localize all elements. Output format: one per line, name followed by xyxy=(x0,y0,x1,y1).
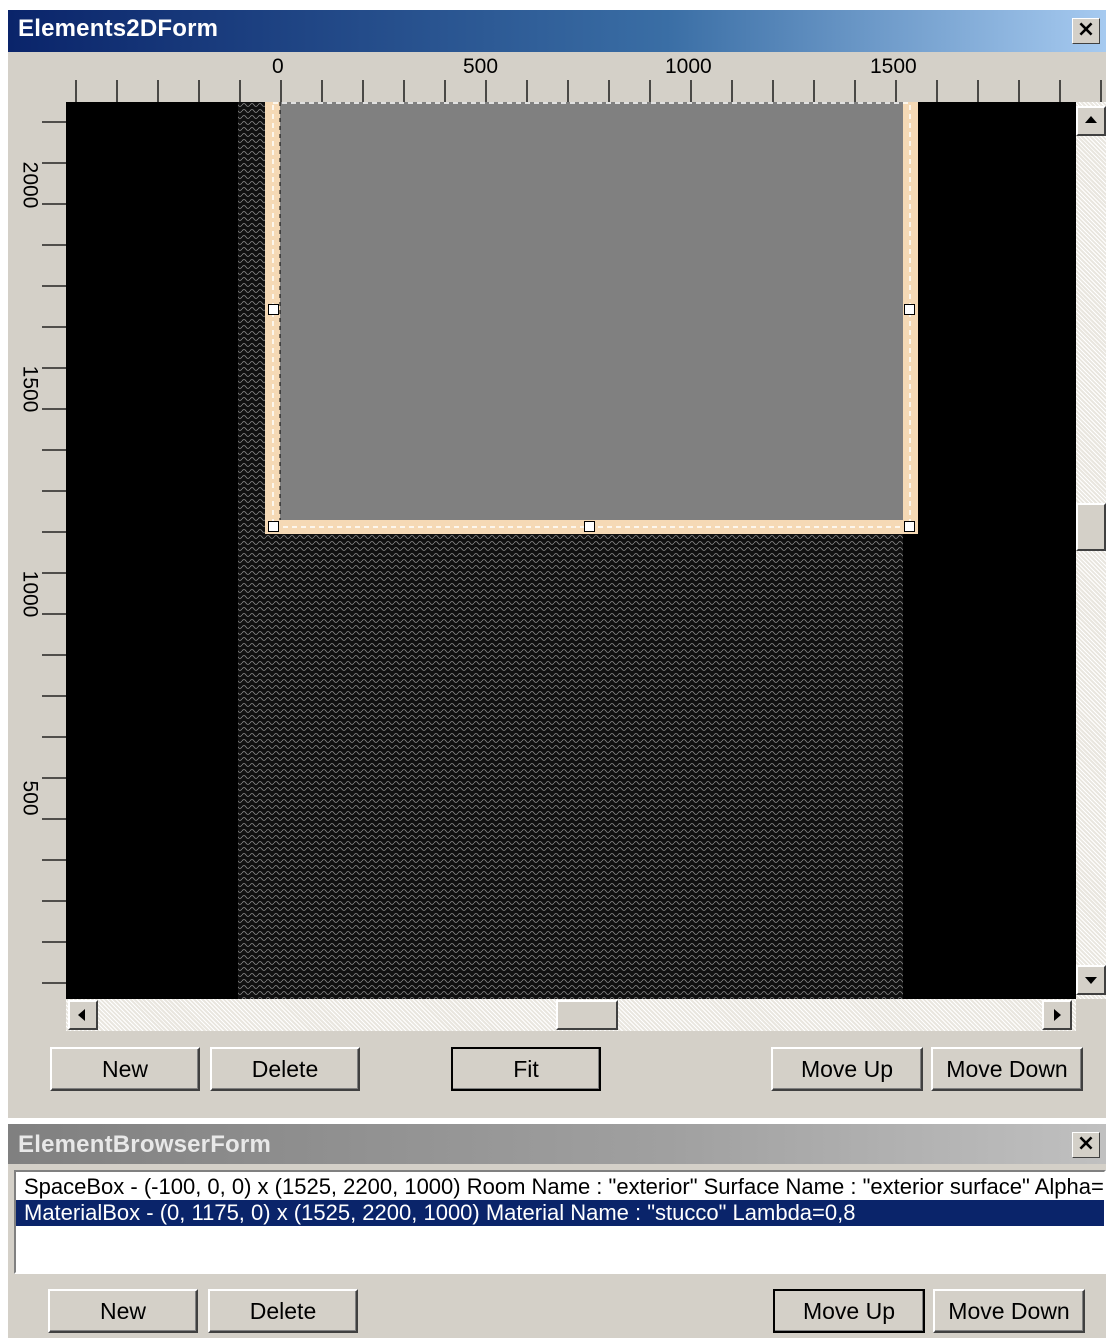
delete-button[interactable]: Delete xyxy=(210,1047,360,1091)
resize-handle-bottom-left[interactable] xyxy=(268,521,279,532)
list-item[interactable]: SpaceBox - (-100, 0, 0) x (1525, 2200, 1… xyxy=(16,1174,1104,1200)
element-list[interactable]: SpaceBox - (-100, 0, 0) x (1525, 2200, 1… xyxy=(14,1170,1106,1274)
resize-handle-bottom-right[interactable] xyxy=(904,521,915,532)
new-button[interactable]: New xyxy=(50,1047,200,1091)
up-arrow-icon xyxy=(1085,116,1097,123)
vertical-ruler: 2000 1500 1000 500 xyxy=(8,102,66,999)
fit-button[interactable]: Fit xyxy=(451,1047,601,1091)
resize-handle-left[interactable] xyxy=(268,304,279,315)
close-icon[interactable]: × xyxy=(1072,18,1100,44)
browser-move-up-button[interactable]: Move Up xyxy=(773,1289,925,1333)
ruler-y-label-2000: 2000 xyxy=(18,161,42,209)
ruler-x-label-500: 500 xyxy=(463,55,499,78)
list-item[interactable]: MaterialBox - (0, 1175, 0) x (1525, 2200… xyxy=(16,1200,1104,1226)
close-icon[interactable]: × xyxy=(1072,1132,1100,1158)
ruler-y-label-500: 500 xyxy=(18,780,42,816)
browser-new-button[interactable]: New xyxy=(48,1289,198,1333)
horizontal-ruler: 0 500 1000 1500 xyxy=(8,52,1106,102)
browser-move-down-button[interactable]: Move Down xyxy=(933,1289,1085,1333)
ruler-x-label-1000: 1000 xyxy=(665,55,712,78)
down-arrow-icon xyxy=(1085,977,1097,984)
element-browser-titlebar[interactable]: ElementBrowserForm xyxy=(8,1124,1106,1164)
elements2d-title: Elements2DForm xyxy=(18,15,219,42)
left-arrow-icon xyxy=(78,1009,85,1021)
move-down-button[interactable]: Move Down xyxy=(931,1047,1083,1091)
ruler-y-label-1000: 1000 xyxy=(18,570,42,618)
browser-delete-button[interactable]: Delete xyxy=(208,1289,358,1333)
ruler-x-label-0: 0 xyxy=(272,55,284,78)
ruler-x-label-1500: 1500 xyxy=(870,55,917,78)
resize-handle-bottom[interactable] xyxy=(584,521,595,532)
drawing-canvas[interactable] xyxy=(66,102,1076,999)
material-box[interactable] xyxy=(280,102,903,520)
scroll-left-button[interactable] xyxy=(68,1000,98,1030)
ruler-y-label-1500: 1500 xyxy=(18,365,42,413)
move-up-button[interactable]: Move Up xyxy=(771,1047,923,1091)
element-browser-title: ElementBrowserForm xyxy=(18,1131,271,1158)
scroll-up-button[interactable] xyxy=(1076,106,1106,136)
elements2d-titlebar[interactable]: Elements2DForm xyxy=(8,10,1106,52)
resize-handle-right[interactable] xyxy=(904,304,915,315)
right-arrow-icon xyxy=(1054,1009,1061,1021)
scroll-down-button[interactable] xyxy=(1076,965,1106,995)
vertical-scroll-thumb[interactable] xyxy=(1076,503,1106,551)
horizontal-scroll-thumb[interactable] xyxy=(556,1000,618,1030)
scroll-right-button[interactable] xyxy=(1042,1000,1072,1030)
